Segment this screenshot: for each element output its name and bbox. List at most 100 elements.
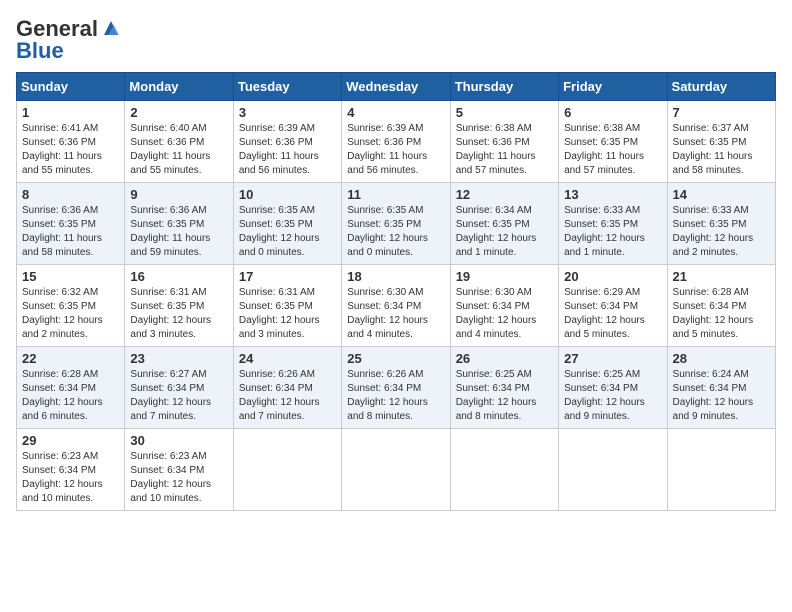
- calendar-cell: 18 Sunrise: 6:30 AMSunset: 6:34 PMDaylig…: [342, 265, 450, 347]
- calendar-cell: [233, 429, 341, 511]
- calendar-cell: [342, 429, 450, 511]
- day-info: Sunrise: 6:30 AMSunset: 6:34 PMDaylight:…: [456, 286, 553, 342]
- day-number: 2: [130, 105, 227, 120]
- day-number: 12: [456, 187, 553, 202]
- day-info: Sunrise: 6:34 AMSunset: 6:35 PMDaylight:…: [456, 204, 553, 260]
- day-info: Sunrise: 6:31 AMSunset: 6:35 PMDaylight:…: [130, 286, 227, 342]
- calendar-cell: 16 Sunrise: 6:31 AMSunset: 6:35 PMDaylig…: [125, 265, 233, 347]
- calendar-week-row: 15 Sunrise: 6:32 AMSunset: 6:35 PMDaylig…: [17, 265, 776, 347]
- calendar-cell: 1 Sunrise: 6:41 AMSunset: 6:36 PMDayligh…: [17, 101, 125, 183]
- day-info: Sunrise: 6:31 AMSunset: 6:35 PMDaylight:…: [239, 286, 336, 342]
- calendar-cell: 24 Sunrise: 6:26 AMSunset: 6:34 PMDaylig…: [233, 347, 341, 429]
- calendar-cell: 6 Sunrise: 6:38 AMSunset: 6:35 PMDayligh…: [559, 101, 667, 183]
- day-number: 7: [673, 105, 770, 120]
- day-info: Sunrise: 6:24 AMSunset: 6:34 PMDaylight:…: [673, 368, 770, 424]
- weekday-header-sunday: Sunday: [17, 73, 125, 101]
- day-info: Sunrise: 6:28 AMSunset: 6:34 PMDaylight:…: [673, 286, 770, 342]
- day-info: Sunrise: 6:41 AMSunset: 6:36 PMDaylight:…: [22, 122, 119, 178]
- page-header: General Blue: [16, 16, 776, 64]
- day-number: 22: [22, 351, 119, 366]
- day-number: 21: [673, 269, 770, 284]
- calendar-cell: 13 Sunrise: 6:33 AMSunset: 6:35 PMDaylig…: [559, 183, 667, 265]
- day-info: Sunrise: 6:40 AMSunset: 6:36 PMDaylight:…: [130, 122, 227, 178]
- day-info: Sunrise: 6:26 AMSunset: 6:34 PMDaylight:…: [239, 368, 336, 424]
- day-number: 28: [673, 351, 770, 366]
- calendar-week-row: 22 Sunrise: 6:28 AMSunset: 6:34 PMDaylig…: [17, 347, 776, 429]
- day-info: Sunrise: 6:26 AMSunset: 6:34 PMDaylight:…: [347, 368, 444, 424]
- day-info: Sunrise: 6:30 AMSunset: 6:34 PMDaylight:…: [347, 286, 444, 342]
- day-number: 8: [22, 187, 119, 202]
- calendar-cell: 28 Sunrise: 6:24 AMSunset: 6:34 PMDaylig…: [667, 347, 775, 429]
- calendar-cell: 23 Sunrise: 6:27 AMSunset: 6:34 PMDaylig…: [125, 347, 233, 429]
- day-info: Sunrise: 6:23 AMSunset: 6:34 PMDaylight:…: [130, 450, 227, 506]
- calendar-week-row: 1 Sunrise: 6:41 AMSunset: 6:36 PMDayligh…: [17, 101, 776, 183]
- day-number: 11: [347, 187, 444, 202]
- calendar-cell: 11 Sunrise: 6:35 AMSunset: 6:35 PMDaylig…: [342, 183, 450, 265]
- calendar-cell: 29 Sunrise: 6:23 AMSunset: 6:34 PMDaylig…: [17, 429, 125, 511]
- day-number: 9: [130, 187, 227, 202]
- calendar-cell: 10 Sunrise: 6:35 AMSunset: 6:35 PMDaylig…: [233, 183, 341, 265]
- calendar-cell: 27 Sunrise: 6:25 AMSunset: 6:34 PMDaylig…: [559, 347, 667, 429]
- day-number: 29: [22, 433, 119, 448]
- day-number: 17: [239, 269, 336, 284]
- calendar-cell: [559, 429, 667, 511]
- day-number: 25: [347, 351, 444, 366]
- day-number: 13: [564, 187, 661, 202]
- calendar-cell: 26 Sunrise: 6:25 AMSunset: 6:34 PMDaylig…: [450, 347, 558, 429]
- day-info: Sunrise: 6:35 AMSunset: 6:35 PMDaylight:…: [347, 204, 444, 260]
- logo-blue: Blue: [16, 38, 64, 64]
- day-number: 16: [130, 269, 227, 284]
- calendar-cell: 19 Sunrise: 6:30 AMSunset: 6:34 PMDaylig…: [450, 265, 558, 347]
- calendar-cell: 22 Sunrise: 6:28 AMSunset: 6:34 PMDaylig…: [17, 347, 125, 429]
- day-info: Sunrise: 6:39 AMSunset: 6:36 PMDaylight:…: [239, 122, 336, 178]
- day-info: Sunrise: 6:33 AMSunset: 6:35 PMDaylight:…: [673, 204, 770, 260]
- day-info: Sunrise: 6:25 AMSunset: 6:34 PMDaylight:…: [456, 368, 553, 424]
- calendar-cell: 17 Sunrise: 6:31 AMSunset: 6:35 PMDaylig…: [233, 265, 341, 347]
- calendar-cell: 20 Sunrise: 6:29 AMSunset: 6:34 PMDaylig…: [559, 265, 667, 347]
- day-number: 19: [456, 269, 553, 284]
- weekday-header-tuesday: Tuesday: [233, 73, 341, 101]
- day-number: 1: [22, 105, 119, 120]
- day-number: 15: [22, 269, 119, 284]
- calendar-cell: 7 Sunrise: 6:37 AMSunset: 6:35 PMDayligh…: [667, 101, 775, 183]
- day-number: 30: [130, 433, 227, 448]
- calendar-cell: 12 Sunrise: 6:34 AMSunset: 6:35 PMDaylig…: [450, 183, 558, 265]
- day-info: Sunrise: 6:36 AMSunset: 6:35 PMDaylight:…: [22, 204, 119, 260]
- calendar-week-row: 29 Sunrise: 6:23 AMSunset: 6:34 PMDaylig…: [17, 429, 776, 511]
- day-info: Sunrise: 6:27 AMSunset: 6:34 PMDaylight:…: [130, 368, 227, 424]
- day-info: Sunrise: 6:39 AMSunset: 6:36 PMDaylight:…: [347, 122, 444, 178]
- day-number: 23: [130, 351, 227, 366]
- calendar-cell: 30 Sunrise: 6:23 AMSunset: 6:34 PMDaylig…: [125, 429, 233, 511]
- day-info: Sunrise: 6:32 AMSunset: 6:35 PMDaylight:…: [22, 286, 119, 342]
- day-number: 27: [564, 351, 661, 366]
- day-number: 4: [347, 105, 444, 120]
- calendar-cell: 2 Sunrise: 6:40 AMSunset: 6:36 PMDayligh…: [125, 101, 233, 183]
- calendar-cell: 5 Sunrise: 6:38 AMSunset: 6:36 PMDayligh…: [450, 101, 558, 183]
- day-info: Sunrise: 6:29 AMSunset: 6:34 PMDaylight:…: [564, 286, 661, 342]
- day-info: Sunrise: 6:38 AMSunset: 6:36 PMDaylight:…: [456, 122, 553, 178]
- day-info: Sunrise: 6:33 AMSunset: 6:35 PMDaylight:…: [564, 204, 661, 260]
- calendar-cell: 4 Sunrise: 6:39 AMSunset: 6:36 PMDayligh…: [342, 101, 450, 183]
- day-number: 20: [564, 269, 661, 284]
- day-number: 24: [239, 351, 336, 366]
- day-info: Sunrise: 6:36 AMSunset: 6:35 PMDaylight:…: [130, 204, 227, 260]
- calendar-cell: 25 Sunrise: 6:26 AMSunset: 6:34 PMDaylig…: [342, 347, 450, 429]
- logo: General Blue: [16, 16, 122, 64]
- logo-icon: [100, 17, 122, 39]
- calendar-cell: 21 Sunrise: 6:28 AMSunset: 6:34 PMDaylig…: [667, 265, 775, 347]
- day-number: 5: [456, 105, 553, 120]
- weekday-header-friday: Friday: [559, 73, 667, 101]
- day-info: Sunrise: 6:38 AMSunset: 6:35 PMDaylight:…: [564, 122, 661, 178]
- calendar-cell: 8 Sunrise: 6:36 AMSunset: 6:35 PMDayligh…: [17, 183, 125, 265]
- day-info: Sunrise: 6:23 AMSunset: 6:34 PMDaylight:…: [22, 450, 119, 506]
- day-number: 18: [347, 269, 444, 284]
- calendar-cell: [667, 429, 775, 511]
- calendar-cell: 15 Sunrise: 6:32 AMSunset: 6:35 PMDaylig…: [17, 265, 125, 347]
- calendar-cell: 14 Sunrise: 6:33 AMSunset: 6:35 PMDaylig…: [667, 183, 775, 265]
- calendar-cell: 3 Sunrise: 6:39 AMSunset: 6:36 PMDayligh…: [233, 101, 341, 183]
- day-number: 10: [239, 187, 336, 202]
- weekday-header-monday: Monday: [125, 73, 233, 101]
- day-number: 14: [673, 187, 770, 202]
- weekday-header-thursday: Thursday: [450, 73, 558, 101]
- weekday-header-saturday: Saturday: [667, 73, 775, 101]
